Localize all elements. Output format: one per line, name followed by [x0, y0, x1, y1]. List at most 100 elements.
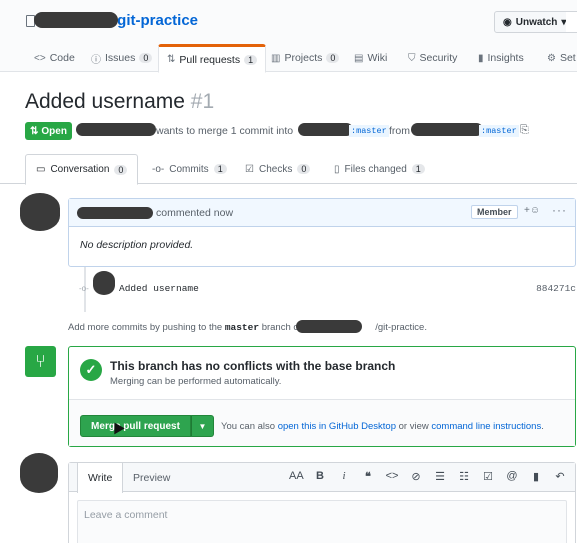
gear-icon: ⚙: [547, 52, 556, 64]
editor-toolbar: AA B i ❝ <> ⊘ ☰ ☷ ☑ @ ▮ ↶: [289, 470, 567, 483]
comment-editor: Write Preview AA B i ❝ <> ⊘ ☰ ☷ ☑ @ ▮ ↶ …: [68, 462, 576, 543]
member-badge: Member: [471, 205, 518, 219]
ordered-list-icon[interactable]: ☷: [457, 470, 471, 483]
tab-label: Security: [419, 52, 458, 64]
merge-actions: Merge pull request ▼ You can also open t…: [69, 400, 575, 446]
redacted-commenter: [77, 207, 153, 219]
graph-icon: ▮: [478, 52, 484, 64]
tab-label: Set: [559, 52, 576, 64]
add-reaction-icon[interactable]: +☺: [524, 205, 540, 216]
check-icon: ✓: [80, 359, 102, 381]
merge-box: ✓ This branch has no conflicts with the …: [68, 346, 576, 447]
checks-icon: ☑: [245, 163, 254, 175]
tab-code[interactable]: <> Code: [34, 44, 75, 72]
hint-branch: master: [224, 322, 260, 333]
pr-meta: ⇅ Open wants to merge 1 commit into :mas…: [25, 122, 577, 142]
bookmark-icon[interactable]: ▮: [529, 470, 543, 483]
unwatch-button[interactable]: ◉ Unwatch ▾: [494, 11, 576, 33]
link-icon[interactable]: ⊘: [409, 470, 423, 483]
pr-number: #1: [190, 90, 215, 113]
tab-conversation[interactable]: ▭ Conversation 0: [25, 154, 139, 185]
redacted-author: [76, 123, 156, 136]
alt-suffix: .: [541, 421, 544, 432]
shield-icon: ⛉: [408, 52, 416, 64]
from-text: from: [389, 125, 410, 137]
pull-request-icon: ⇅: [30, 125, 39, 137]
tab-count: 0: [297, 164, 311, 174]
reply-icon[interactable]: ↶: [553, 470, 567, 483]
base-branch-label[interactable]: :master: [349, 125, 389, 137]
comment-icon: ▭: [36, 164, 46, 175]
avatar[interactable]: [20, 453, 58, 493]
code-icon[interactable]: <>: [385, 470, 399, 483]
task-list-icon[interactable]: ☑: [481, 470, 495, 483]
open-in-desktop-link[interactable]: open this in GitHub Desktop: [278, 421, 396, 432]
tab-projects[interactable]: ▥ Projects 0: [271, 44, 340, 72]
tab-label: Files changed: [344, 163, 407, 175]
tab-label: Projects: [284, 52, 323, 64]
commit-icon: -o-: [152, 163, 165, 175]
page-title: Added username #1: [25, 90, 214, 114]
file-diff-icon: ▯: [334, 163, 340, 175]
repo-name-link[interactable]: git-practice: [117, 12, 198, 29]
more-options-icon[interactable]: ···: [552, 203, 567, 217]
tab-label: Commits: [169, 163, 209, 175]
status-label: Open: [41, 125, 67, 137]
redacted-base-owner: [298, 123, 353, 136]
pull-request-icon: ⇅: [167, 54, 176, 65]
tab-count: 1: [244, 54, 258, 65]
pr-meta-text: wants to merge 1 commit into: [156, 125, 294, 137]
unordered-list-icon[interactable]: ☰: [433, 470, 447, 483]
merge-icon: ⑂: [25, 346, 56, 377]
commit-row: -o- Added username 884271c: [76, 271, 576, 296]
hint-prefix: Add more commits by pushing to the: [68, 322, 223, 333]
pr-tabs: ▭ Conversation 0 -o- Commits 1 ☑ Checks …: [0, 154, 577, 185]
tab-issues[interactable]: ⓘ Issues 0: [91, 44, 153, 72]
alt-middle: or view: [398, 421, 429, 432]
merge-heading: This branch has no conflicts with the ba…: [110, 359, 396, 373]
merge-options-dropdown[interactable]: ▼: [191, 415, 214, 437]
tab-insights[interactable]: ▮ Insights: [478, 44, 524, 72]
tab-label: Issues: [105, 52, 136, 64]
editor-header: Write Preview AA B i ❝ <> ⊘ ☰ ☷ ☑ @ ▮ ↶: [69, 463, 575, 493]
chevron-down-icon: ▼: [198, 421, 207, 431]
watch-count[interactable]: [566, 11, 577, 33]
tab-label: Pull requests: [179, 53, 241, 66]
clipboard-icon[interactable]: ⎘: [520, 124, 529, 137]
tab-write[interactable]: Write: [77, 463, 124, 493]
tab-settings[interactable]: ⚙ Set: [547, 44, 576, 72]
tab-commits[interactable]: -o- Commits 1: [152, 154, 227, 184]
commit-sha[interactable]: 884271c: [536, 283, 576, 294]
tab-files-changed[interactable]: ▯ Files changed 1: [334, 154, 425, 184]
quote-icon[interactable]: ❝: [361, 470, 375, 483]
tab-count: 1: [213, 164, 227, 174]
project-icon: ▥: [271, 52, 281, 64]
tab-security[interactable]: ⛉ Security: [408, 44, 457, 72]
tab-label: Code: [49, 52, 75, 64]
bold-icon[interactable]: B: [313, 470, 327, 483]
comment-textarea[interactable]: Leave a comment: [77, 500, 567, 543]
tab-preview[interactable]: Preview: [123, 463, 180, 493]
command-line-instructions-link[interactable]: command line instructions: [431, 421, 541, 432]
redacted-head-owner: [411, 123, 483, 136]
issue-icon: ⓘ: [91, 54, 101, 66]
commit-avatar[interactable]: [93, 271, 115, 295]
code-icon: <>: [34, 52, 46, 64]
heading-icon[interactable]: AA: [289, 470, 304, 483]
repo-nav: <> Code ⓘ Issues 0 ⇅ Pull requests 1 ▥ P…: [0, 44, 577, 73]
tab-wiki[interactable]: ▤ Wiki: [354, 44, 387, 72]
eye-icon: ◉: [503, 16, 512, 28]
commit-message[interactable]: Added username: [119, 283, 199, 294]
mention-icon[interactable]: @: [505, 470, 519, 483]
tab-pull-requests[interactable]: ⇅ Pull requests 1: [158, 44, 267, 73]
avatar[interactable]: [20, 193, 60, 231]
comment-body: No description provided.: [80, 239, 194, 251]
head-branch-label[interactable]: :master: [479, 125, 519, 137]
comment-box: commented now Member +☺ ··· No descripti…: [68, 198, 576, 267]
tab-checks[interactable]: ☑ Checks 0: [245, 154, 311, 184]
italic-icon[interactable]: i: [337, 470, 351, 483]
merge-subtext: Merging can be performed automatically.: [110, 376, 282, 387]
hint-repo[interactable]: /git-practice.: [375, 322, 427, 333]
merge-alt-text: You can also open this in GitHub Desktop…: [221, 421, 544, 432]
merge-pull-request-button[interactable]: Merge pull request: [80, 415, 191, 437]
